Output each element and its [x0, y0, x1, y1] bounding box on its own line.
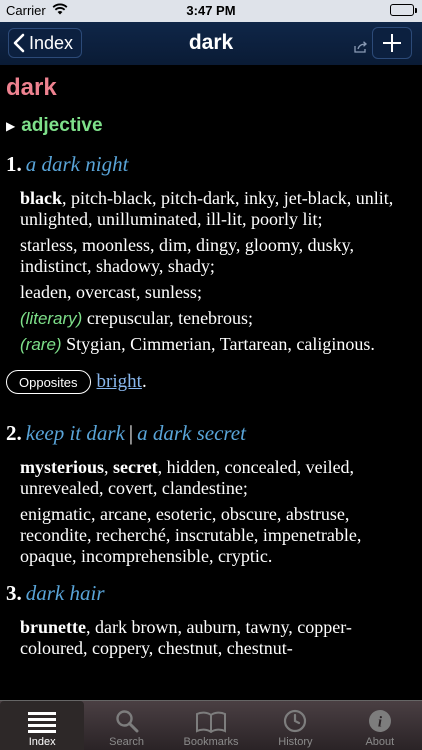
tab-bookmarks[interactable]: Bookmarks [169, 701, 253, 750]
opposite-link[interactable]: bright [97, 371, 142, 393]
tab-label: Index [28, 736, 56, 748]
tab-label: About [365, 736, 395, 748]
navigation-bar: Index dark [0, 22, 422, 66]
example-phrase: a dark night [25, 152, 129, 176]
register-label: (literary) [20, 309, 83, 328]
clock-icon [284, 709, 307, 733]
plus-icon [383, 34, 401, 52]
info-icon: i [368, 710, 391, 732]
sense-head: 1. a dark night [6, 152, 416, 180]
example-phrase: keep it dark [25, 421, 125, 445]
tab-history[interactable]: History [253, 701, 337, 750]
sense-number: 1. [6, 152, 22, 176]
synonym-line: (rare) Stygian, Cimmerian, Tartarean, ca… [20, 334, 375, 354]
tab-search[interactable]: Search [84, 701, 168, 750]
example-separator: | [128, 421, 134, 445]
tab-bar: Index Search Bookmarks History i About [0, 700, 422, 750]
synonym-line: starless, moonless, dim, dingy, gloomy, … [20, 235, 354, 276]
list-icon [28, 712, 57, 733]
key-synonym[interactable]: mysterious [20, 457, 104, 477]
sense-head: 3. dark hair [6, 581, 416, 609]
pos-toggle[interactable]: ▶ adjective [6, 114, 416, 138]
tab-label: History [278, 736, 313, 748]
status-time: 3:47 PM [186, 3, 236, 18]
opposites-badge: Opposites [6, 370, 91, 394]
tab-about[interactable]: i About [338, 701, 422, 750]
sense-1: 1. a dark night black, pitch-black, pitc… [6, 152, 416, 395]
share-icon[interactable] [354, 40, 368, 58]
tab-label: Bookmarks [183, 736, 239, 748]
synonym-line: (literary) crepuscular, tenebrous; [20, 308, 254, 328]
tab-index[interactable]: Index [0, 701, 85, 750]
synonym-line: mysterious, secret, hidden, concealed, v… [20, 457, 355, 498]
add-bookmark-button[interactable] [372, 27, 412, 59]
example-phrase: a dark secret [137, 421, 246, 445]
key-synonym[interactable]: secret [113, 457, 158, 477]
battery-icon [390, 4, 417, 16]
book-icon [196, 711, 227, 733]
part-of-speech: adjective [21, 115, 103, 136]
synonym-line: leaden, overcast, sunless; [20, 282, 202, 302]
tab-label: Search [109, 736, 145, 748]
entry-content[interactable]: dark ▶ adjective 1. a dark night black, … [0, 66, 422, 700]
register-label: (rare) [20, 335, 62, 354]
sense-3: 3. dark hair brunette, dark brown, aubur… [6, 581, 416, 659]
example-phrase: dark hair [25, 581, 105, 605]
opposites-row: Opposites bright. [6, 369, 416, 395]
sense-number: 3. [6, 581, 22, 605]
key-synonym[interactable]: brunette [20, 617, 86, 637]
synonym-line: brunette, dark brown, auburn, tawny, cop… [20, 617, 352, 658]
disclosure-triangle-icon: ▶ [6, 118, 16, 133]
key-synonym[interactable]: black [20, 188, 62, 208]
search-icon [115, 710, 139, 733]
sense-head: 2. keep it dark | a dark secret [6, 421, 416, 449]
status-bar: Carrier 3:47 PM [0, 0, 422, 22]
headword: dark [6, 74, 57, 101]
sense-2: 2. keep it dark | a dark secret mysterio… [6, 421, 416, 567]
synonym-line: enigmatic, arcane, esoteric, obscure, ab… [20, 504, 362, 566]
synonym-line: black, pitch-black, pitch-dark, inky, je… [20, 188, 394, 229]
sense-number: 2. [6, 421, 22, 445]
